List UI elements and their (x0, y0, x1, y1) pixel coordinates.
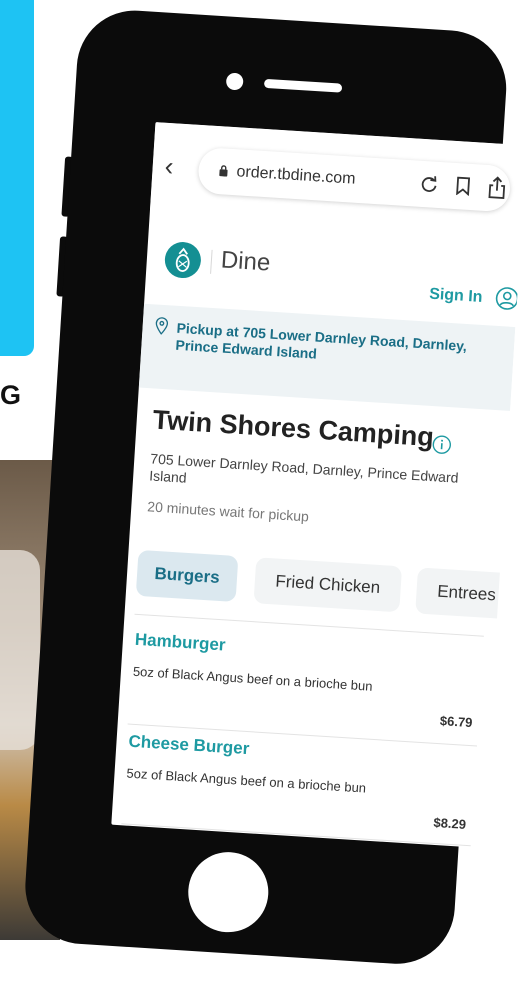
brand-name: Dine (220, 246, 272, 277)
restaurant-address: 705 Lower Darnley Road, Darnley, Prince … (148, 450, 459, 486)
pickup-address: Pickup at 705 Lower Darnley Road, Darnle… (175, 319, 468, 362)
menu-item-name: Cheese Burger (127, 731, 250, 759)
menu-item-description: 5oz of Black Angus beef on a brioche bun (126, 765, 367, 796)
browser-bar: ‹ order.tbdine.com (149, 122, 519, 234)
camera-icon (225, 72, 244, 91)
bookmark-icon[interactable] (456, 176, 471, 196)
speaker-grille (263, 78, 343, 93)
pickup-wait-time: 20 minutes wait for pickup (146, 498, 310, 525)
address-bar[interactable]: order.tbdine.com (197, 146, 512, 213)
phone-body: ‹ order.tbdine.com Dine Sign In Pickup a… (21, 7, 519, 968)
tab-entrees[interactable]: Entrees (415, 567, 518, 620)
share-icon[interactable] (487, 175, 506, 200)
phone-screen: ‹ order.tbdine.com Dine Sign In Pickup a… (111, 122, 519, 849)
category-tabs: Burgers Fried Chicken Entrees (125, 537, 518, 626)
home-button[interactable] (185, 849, 271, 935)
location-pin-icon (155, 317, 169, 335)
user-icon[interactable] (494, 286, 519, 311)
phone-mockup: ‹ order.tbdine.com Dine Sign In Pickup a… (0, 3, 519, 985)
tab-fried-chicken[interactable]: Fried Chicken (253, 557, 403, 613)
pineapple-icon (175, 247, 190, 272)
info-icon[interactable] (431, 434, 452, 455)
menu-item-description: 5oz of Black Angus beef on a brioche bun (132, 663, 373, 694)
url-text: order.tbdine.com (236, 163, 357, 188)
restaurant-name: Twin Shores Camping (151, 404, 435, 453)
menu-item-price: $8.29 (433, 814, 467, 832)
tab-burgers[interactable]: Burgers (135, 549, 239, 603)
lock-icon (219, 165, 228, 177)
sign-in-link[interactable]: Sign In (429, 286, 483, 307)
menu-item-price: $6.79 (439, 713, 473, 731)
reload-icon[interactable] (420, 175, 439, 194)
dine-logo-icon[interactable] (163, 240, 202, 280)
chevron-left-icon[interactable]: ‹ (164, 151, 175, 181)
menu-item-name: Hamburger (134, 629, 227, 655)
logo-divider (210, 249, 213, 274)
